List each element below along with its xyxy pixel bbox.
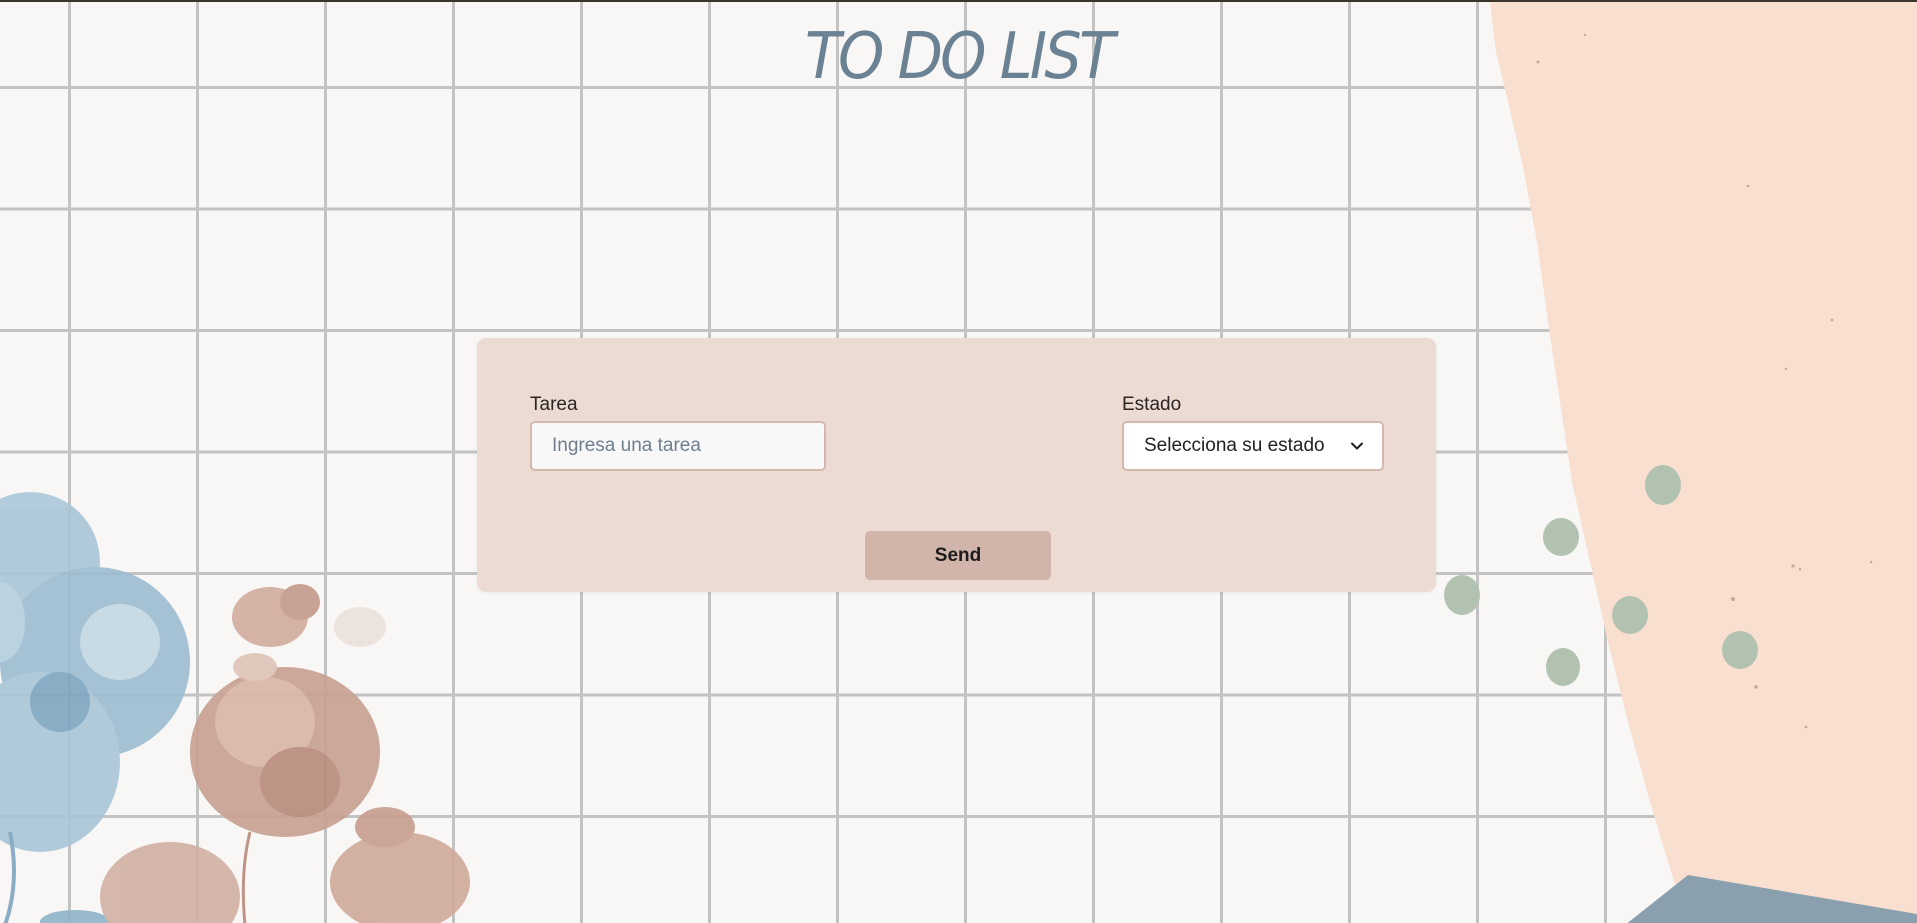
page-title: TO DO LIST	[804, 20, 1115, 94]
peach-paper-panel	[1490, 2, 1917, 923]
task-input[interactable]	[530, 421, 826, 471]
status-select-value: Selecciona su estado	[1144, 435, 1325, 456]
status-label: Estado	[1122, 394, 1182, 415]
send-button[interactable]: Send	[865, 531, 1051, 580]
task-label: Tarea	[530, 394, 578, 415]
chevron-down-icon	[1351, 442, 1363, 450]
status-select[interactable]: Selecciona su estado	[1122, 421, 1384, 471]
task-form-card: Tarea Estado Selecciona su estado Send	[477, 338, 1436, 592]
page: TO DO LIST Tarea Estado Selecciona su es…	[0, 0, 1917, 923]
